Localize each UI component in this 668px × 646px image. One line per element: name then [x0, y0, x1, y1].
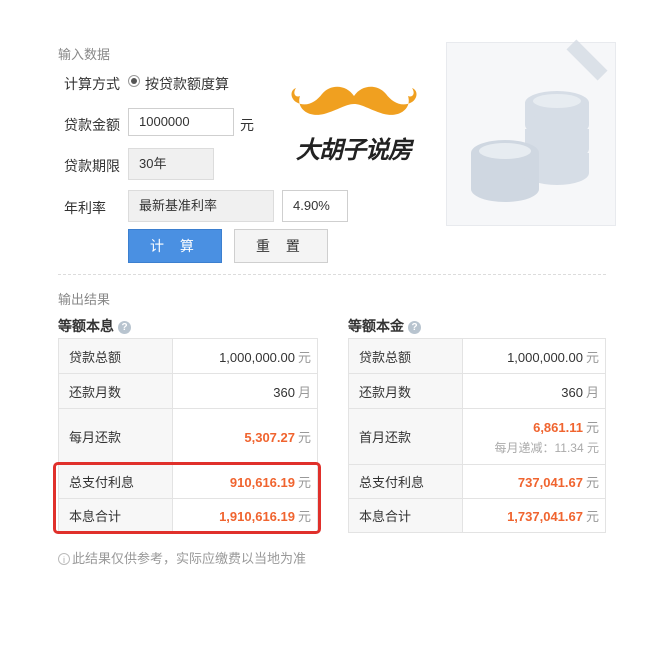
row-key: 本息合计 [348, 498, 463, 533]
monthly-decrease-text: 每月递减：11.34 元 [494, 441, 599, 455]
equal-payment-title-text: 等额本息 [58, 318, 114, 334]
row-value: 5,307.27 元 [172, 408, 318, 465]
logo-text: 大胡子说房 [296, 137, 412, 164]
logo: 大胡子说房 [288, 82, 420, 166]
output-section-title: 输出结果 [58, 292, 111, 307]
table-row: 总支付利息 737,041.67 元 [348, 464, 606, 499]
value-unit: 元 [585, 509, 599, 524]
calc-method-label: 计算方式 [64, 76, 120, 92]
value-text: 360 [273, 384, 295, 400]
loan-amount-unit: 元 [240, 117, 254, 133]
row-key: 还款月数 [348, 373, 463, 409]
equal-principal-title: 等额本金? [348, 316, 421, 336]
disclaimer-text: 此结果仅供参考，实际应缴费以当地为准 [72, 551, 307, 566]
value-text: 360 [561, 384, 583, 400]
disclaimer: i 此结果仅供参考，实际应缴费以当地为准 [58, 543, 322, 574]
value-unit: 月 [585, 384, 599, 400]
row-value: 737,041.67 元 [462, 464, 606, 499]
help-icon[interactable]: ? [408, 321, 421, 334]
reset-button[interactable]: 重 置 [234, 229, 328, 263]
value-text: 1,737,041.67 [507, 509, 583, 524]
loan-amount-input[interactable]: 1000000 [128, 108, 234, 136]
loan-amount-label: 贷款金额 [64, 117, 120, 133]
calc-method-radio[interactable] [128, 75, 140, 87]
mustache-icon [291, 86, 417, 115]
table-row: 贷款总额 1,000,000.00 元 [58, 338, 318, 374]
value-text: 6,861.11 [533, 420, 583, 435]
row-value: 6,861.11 元 每月递减：11.34 元 [462, 408, 606, 465]
row-key: 贷款总额 [348, 338, 463, 374]
equal-payment-title: 等额本息? [58, 316, 131, 336]
value-unit: 月 [297, 384, 311, 400]
equal-principal-table: 贷款总额 1,000,000.00 元 还款月数 360 月 首月还款 6,861.… [348, 338, 606, 533]
rate-input[interactable]: 4.90% [282, 190, 348, 222]
row-value: 1,737,041.67 元 [462, 498, 606, 533]
info-icon: i [58, 553, 70, 565]
value-text: 737,041.67 [517, 475, 583, 490]
row-value: 360 月 [462, 373, 606, 409]
table-row: 本息合计 1,737,041.67 元 [348, 498, 606, 533]
section-divider [58, 274, 606, 275]
value-unit: 元 [297, 430, 311, 445]
loan-term-select[interactable]: 30年 [128, 148, 214, 180]
calc-method-option-label: 按贷款额度算 [145, 76, 229, 92]
value-text: 5,307.27 [244, 430, 295, 445]
loan-term-label: 贷款期限 [64, 158, 120, 174]
table-row: 还款月数 360 月 [58, 373, 318, 409]
highlight-annotation-box [53, 462, 321, 534]
value-unit: 元 [297, 349, 311, 365]
help-icon[interactable]: ? [118, 321, 131, 334]
tape-decoration [566, 39, 608, 81]
row-value: 1,000,000.00 元 [172, 338, 318, 374]
rate-type-select[interactable]: 最新基准利率 [128, 190, 274, 222]
placeholder-image [446, 39, 616, 226]
row-key: 还款月数 [58, 373, 173, 409]
row-key: 贷款总额 [58, 338, 173, 374]
value-unit: 元 [585, 349, 599, 365]
equal-principal-title-text: 等额本金 [348, 318, 404, 334]
value-unit: 元 [585, 475, 599, 490]
calculate-button[interactable]: 计 算 [128, 229, 222, 263]
table-row: 贷款总额 1,000,000.00 元 [348, 338, 606, 374]
row-value: 360 月 [172, 373, 318, 409]
row-key: 总支付利息 [348, 464, 463, 499]
row-key: 首月还款 [348, 408, 463, 465]
coins-icon [471, 91, 589, 202]
row-key: 每月还款 [58, 408, 173, 465]
rate-label: 年利率 [64, 200, 106, 216]
value-unit: 元 [585, 420, 599, 435]
input-section-title: 输入数据 [58, 47, 111, 62]
table-row: 还款月数 360 月 [348, 373, 606, 409]
table-row: 每月还款 5,307.27 元 [58, 408, 318, 465]
table-row: 首月还款 6,861.11 元 每月递减：11.34 元 [348, 408, 606, 465]
value-text: 1,000,000.00 [507, 349, 583, 365]
row-value: 1,000,000.00 元 [462, 338, 606, 374]
value-text: 1,000,000.00 [219, 349, 295, 365]
